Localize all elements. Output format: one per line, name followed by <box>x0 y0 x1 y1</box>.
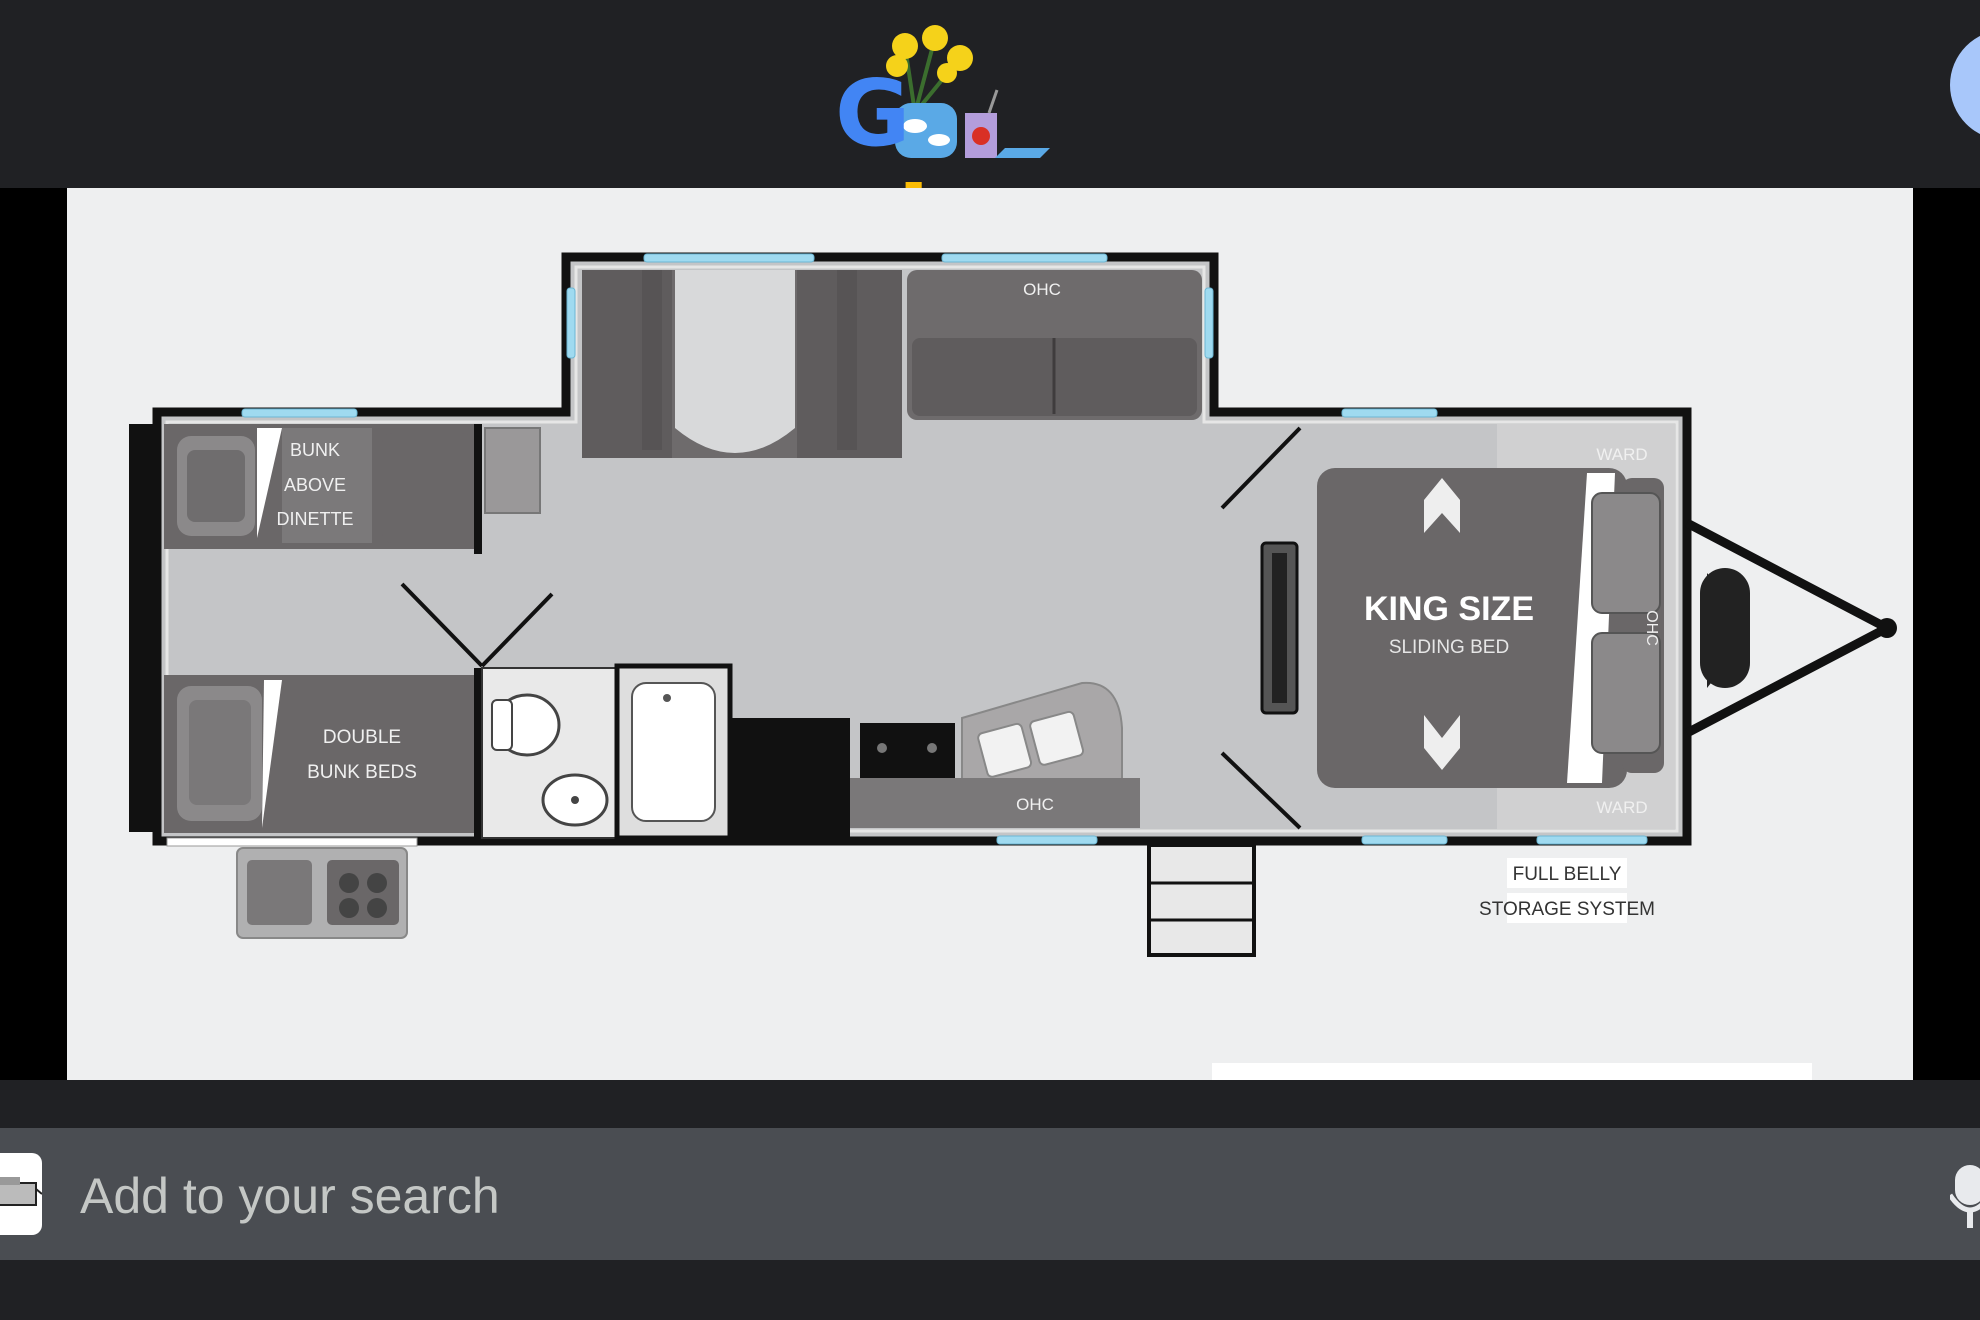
floorplan-image[interactable]: BUNK ABOVE DINETTE DOUBLE BUNK BEDS OHC … <box>67 188 1913 1080</box>
floorplan-thumbnail-icon[interactable] <box>0 1153 42 1235</box>
label-ohc-front: OHC <box>1643 610 1660 646</box>
viewer-gap <box>0 1080 1980 1128</box>
svg-text:BUNK BEDS: BUNK BEDS <box>307 762 417 783</box>
svg-text:SLIDING BED: SLIDING BED <box>1389 637 1509 658</box>
microphone-icon[interactable] <box>1947 1160 1980 1230</box>
rv-floorplan: BUNK ABOVE DINETTE DOUBLE BUNK BEDS OHC … <box>129 252 1897 1080</box>
label-full-belly-storage: FULL BELLY STORAGE SYSTEM <box>1479 858 1655 923</box>
svg-text:KING SIZE: KING SIZE <box>1364 590 1534 628</box>
label-ohc-kitchen: OHC <box>1016 795 1054 814</box>
top-bar: Ggle <box>0 0 1980 274</box>
label-ward-bottom: WARD <box>1596 798 1647 817</box>
svg-text:DOUBLE: DOUBLE <box>323 727 401 748</box>
google-doodle-logo[interactable]: Ggle <box>835 18 1145 274</box>
svg-text:DINETTE: DINETTE <box>276 509 353 529</box>
account-avatar[interactable] <box>1950 30 1980 140</box>
label-ohc-top: OHC <box>1023 280 1061 299</box>
label-ward-top: WARD <box>1596 445 1647 464</box>
svg-text:FULL BELLY: FULL BELLY <box>1513 864 1622 885</box>
logo-letter-g: G <box>835 60 910 167</box>
svg-text:ABOVE: ABOVE <box>284 475 346 495</box>
svg-text:STORAGE SYSTEM: STORAGE SYSTEM <box>1479 899 1655 920</box>
search-input[interactable] <box>78 1150 1782 1242</box>
label-king-size: KING SIZE SLIDING BED <box>1364 590 1534 658</box>
svg-text:BUNK: BUNK <box>290 440 340 460</box>
bottom-bar <box>0 1260 1980 1320</box>
